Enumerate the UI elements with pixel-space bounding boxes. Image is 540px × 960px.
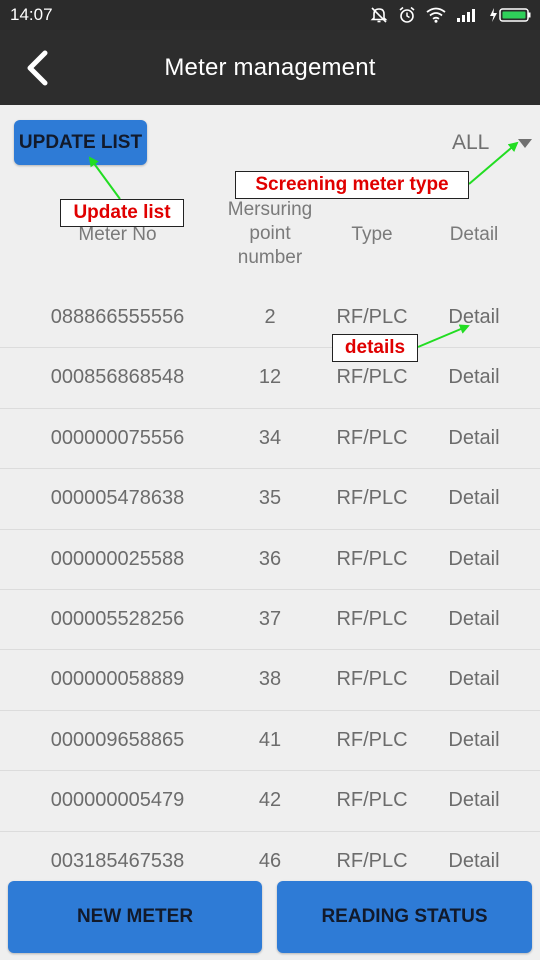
reading-status-button[interactable]: READING STATUS [277, 881, 532, 953]
detail-link[interactable]: Detail [424, 348, 524, 407]
table-row[interactable]: 000005478638 35 RF/PLC Detail [0, 469, 540, 530]
detail-link[interactable]: Detail [424, 590, 524, 649]
annotation-update-list: Update list [60, 199, 184, 227]
cell-meter-no: 000005478638 [50, 487, 185, 510]
cell-point: 36 [258, 547, 282, 570]
meter-type-filter[interactable]: ALL [444, 128, 536, 160]
cell-meter-no: 000000005479 [50, 789, 185, 812]
app-bar: Meter management [0, 30, 540, 105]
detail-link[interactable]: Detail [424, 409, 524, 468]
header-measuring-point-line3: number [237, 247, 303, 268]
new-meter-button[interactable]: NEW METER [8, 881, 262, 953]
page-title: Meter management [164, 54, 376, 81]
cell-meter-no: 088866555556 [50, 306, 185, 328]
table-row[interactable]: 000000025588 36 RF/PLC Detail [0, 530, 540, 590]
header-detail: Detail [449, 224, 499, 245]
dropdown-triangle-icon [518, 139, 532, 148]
meter-list[interactable]: 088866555556 2 RF/PLC Detail 00085686854… [0, 288, 540, 892]
cell-point: 42 [258, 789, 282, 812]
cell-meter-no: 000000058889 [50, 668, 185, 691]
detail-link[interactable]: Detail [424, 650, 524, 709]
battery-charging-icon [488, 7, 532, 23]
cell-meter-no: 000009658865 [50, 728, 185, 751]
header-measuring-point-line1: Mersuring [227, 199, 313, 220]
annotation-details: details [332, 334, 418, 362]
status-time: 14:07 [10, 5, 53, 24]
cell-meter-no: 000005528256 [50, 607, 185, 630]
detail-link[interactable]: Detail [424, 711, 524, 770]
detail-link[interactable]: Detail [424, 469, 524, 528]
cell-point: 2 [264, 306, 276, 328]
cell-point: 34 [258, 426, 282, 449]
status-bar: 14:07 [0, 0, 540, 30]
header-type: Type [351, 224, 393, 245]
cell-point: 12 [258, 366, 282, 389]
mute-icon [370, 6, 388, 24]
detail-link[interactable]: Detail [424, 771, 524, 830]
table-row[interactable]: 088866555556 2 RF/PLC Detail [0, 288, 540, 349]
table-row[interactable]: 000009658865 41 RF/PLC Detail [0, 711, 540, 772]
signal-icon [456, 7, 478, 23]
wifi-icon [426, 7, 446, 23]
cell-type: RF/PLC [336, 607, 408, 630]
annotation-screening: Screening meter type [235, 171, 469, 199]
cell-type: RF/PLC [336, 728, 408, 751]
cell-type: RF/PLC [336, 487, 408, 510]
bottom-bar: NEW METER READING STATUS [0, 872, 540, 960]
header-measuring-point-line2: point [249, 223, 291, 244]
detail-link[interactable]: Detail [424, 288, 524, 347]
cell-type: RF/PLC [336, 789, 408, 812]
table-row[interactable]: 000000058889 38 RF/PLC Detail [0, 650, 540, 711]
cell-type: RF/PLC [336, 668, 408, 691]
cell-meter-no: 000000075556 [50, 426, 185, 449]
detail-link[interactable]: Detail [424, 530, 524, 589]
table-row[interactable]: 000005528256 37 RF/PLC Detail [0, 590, 540, 651]
filter-value: ALL [452, 131, 490, 154]
cell-point: 37 [258, 607, 282, 630]
cell-point: 38 [258, 668, 282, 691]
table-row[interactable]: 000000075556 34 RF/PLC Detail [0, 409, 540, 470]
table-row[interactable]: 000000005479 42 RF/PLC Detail [0, 771, 540, 832]
cell-point: 35 [258, 487, 282, 510]
update-list-button[interactable]: UPDATE LIST [14, 120, 147, 165]
status-icons [370, 6, 532, 24]
alarm-icon [398, 6, 416, 24]
cell-type: RF/PLC [336, 426, 408, 449]
cell-meter-no: 000856868548 [50, 366, 185, 389]
cell-meter-no: 000000025588 [50, 547, 185, 570]
header-measuring-point: Mersuring point number [210, 198, 330, 270]
table-row[interactable]: 000856868548 12 RF/PLC Detail [0, 348, 540, 409]
cell-point: 41 [258, 728, 282, 751]
cell-type: RF/PLC [336, 547, 408, 570]
